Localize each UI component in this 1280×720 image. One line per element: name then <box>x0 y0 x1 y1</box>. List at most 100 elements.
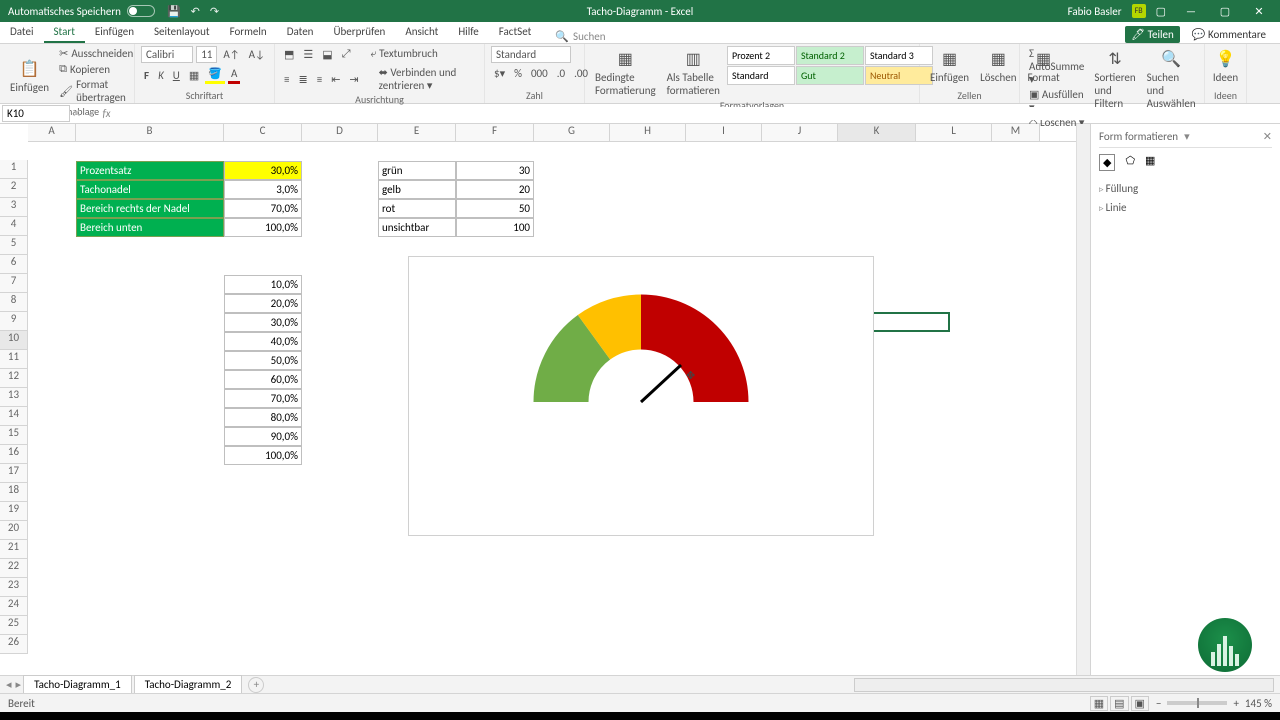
style-cell[interactable]: Prozent 2 <box>727 46 795 65</box>
align-bot-icon[interactable]: ⬓ <box>319 47 335 62</box>
menu-tab-daten[interactable]: Daten <box>277 22 324 43</box>
row-header-16[interactable]: 16 <box>0 445 28 464</box>
menu-tab-start[interactable]: Start <box>44 22 85 43</box>
row-header-2[interactable]: 2 <box>0 179 28 198</box>
cancel-icon[interactable]: ✕ <box>72 107 81 120</box>
row-header-23[interactable]: 23 <box>0 578 28 597</box>
row-header-3[interactable]: 3 <box>0 198 28 217</box>
row-header-11[interactable]: 11 <box>0 350 28 369</box>
pane-option-line[interactable]: Linie <box>1099 198 1272 217</box>
number-format-select[interactable]: Standard <box>491 46 571 63</box>
align-right-icon[interactable]: ≡ <box>314 72 325 87</box>
col-header-H[interactable]: H <box>610 124 686 141</box>
col-header-A[interactable]: A <box>28 124 76 141</box>
cell-F5[interactable]: 100 <box>456 218 534 237</box>
align-top-icon[interactable]: ⬒ <box>281 47 297 62</box>
minimize-button[interactable]: — <box>1176 0 1206 22</box>
shape-fill-line-icon[interactable]: ◆ <box>1099 154 1115 171</box>
row-header-7[interactable]: 7 <box>0 274 28 293</box>
user-badge[interactable]: FB <box>1132 4 1146 18</box>
row-header-24[interactable]: 24 <box>0 597 28 616</box>
menu-tab-seitenlayout[interactable]: Seitenlayout <box>144 22 220 43</box>
style-cell[interactable]: Standard 2 <box>796 46 864 65</box>
ribbon-options-icon[interactable]: ▢ <box>1156 5 1166 18</box>
menu-tab-überprüfen[interactable]: Überprüfen <box>323 22 395 43</box>
pane-close-icon[interactable]: ✕ <box>1263 130 1272 143</box>
cell-C16[interactable]: 90,0% <box>224 427 302 446</box>
fx-icon[interactable]: fx <box>102 107 110 120</box>
format-painter-button[interactable]: 🖌 Format übertragen <box>56 77 136 105</box>
col-header-E[interactable]: E <box>378 124 456 141</box>
align-left-icon[interactable]: ≡ <box>281 72 292 87</box>
maximize-button[interactable]: ▢ <box>1210 0 1240 22</box>
row-header-9[interactable]: 9 <box>0 312 28 331</box>
cell-B4[interactable]: Bereich rechts der Nadel <box>76 199 224 218</box>
autosum-button[interactable]: Σ AutoSumme ▾ <box>1026 46 1087 87</box>
font-name-select[interactable]: Calibri <box>141 46 193 63</box>
col-header-F[interactable]: F <box>456 124 534 141</box>
cell-F2[interactable]: 30 <box>456 161 534 180</box>
cell-B5[interactable]: Bereich unten <box>76 218 224 237</box>
cell-F3[interactable]: 20 <box>456 180 534 199</box>
col-header-B[interactable]: B <box>76 124 224 141</box>
row-header-12[interactable]: 12 <box>0 369 28 388</box>
search-label[interactable]: Suchen <box>573 30 606 43</box>
cell-C14[interactable]: 70,0% <box>224 389 302 408</box>
enter-icon[interactable]: ✓ <box>87 107 96 120</box>
col-header-K[interactable]: K <box>838 124 916 141</box>
pane-option-fill[interactable]: Füllung <box>1099 179 1272 198</box>
autosave-toggle[interactable] <box>127 5 155 17</box>
cell-E3[interactable]: gelb <box>378 180 456 199</box>
cell-B2[interactable]: Prozentsatz <box>76 161 224 180</box>
save-icon[interactable]: 💾 <box>167 5 181 18</box>
share-button[interactable]: 🖊 Teilen <box>1125 26 1180 43</box>
cell-styles-gallery[interactable]: Prozent 2Standard 2Standard 3StandardGut… <box>727 46 933 85</box>
col-header-M[interactable]: M <box>992 124 1040 141</box>
add-sheet-button[interactable]: + <box>248 677 264 693</box>
col-header-G[interactable]: G <box>534 124 610 141</box>
row-header-8[interactable]: 8 <box>0 293 28 312</box>
indent-dec-icon[interactable]: ⇤ <box>328 72 343 87</box>
underline-button[interactable]: U <box>170 68 183 83</box>
indent-inc-icon[interactable]: ⇥ <box>346 72 361 87</box>
style-cell[interactable]: Standard <box>727 66 795 85</box>
formula-input[interactable] <box>117 107 1280 120</box>
insert-cells-button[interactable]: ▦Einfügen <box>926 46 973 86</box>
redo-icon[interactable]: ↷ <box>210 5 219 18</box>
fill-color-icon[interactable]: 🪣 <box>205 66 225 84</box>
increase-font-icon[interactable]: A↑ <box>220 47 242 62</box>
cell-E5[interactable]: unsichtbar <box>378 218 456 237</box>
currency-icon[interactable]: $▾ <box>491 66 508 81</box>
col-header-J[interactable]: J <box>762 124 838 141</box>
menu-tab-ansicht[interactable]: Ansicht <box>395 22 448 43</box>
menu-tab-datei[interactable]: Datei <box>0 22 44 43</box>
paste-button[interactable]: 📋Einfügen <box>6 56 53 96</box>
col-header-L[interactable]: L <box>916 124 992 141</box>
zoom-in-icon[interactable]: + <box>1233 697 1238 710</box>
row-header-5[interactable]: 5 <box>0 236 28 255</box>
row-header-22[interactable]: 22 <box>0 559 28 578</box>
menu-tab-factset[interactable]: FactSet <box>489 22 542 43</box>
cell-C2[interactable]: 30,0% <box>224 161 302 180</box>
menu-tab-hilfe[interactable]: Hilfe <box>448 22 488 43</box>
horizontal-scrollbar[interactable] <box>854 678 1274 692</box>
row-header-25[interactable]: 25 <box>0 616 28 635</box>
ideas-button[interactable]: 💡Ideen <box>1211 46 1240 86</box>
sort-filter-button[interactable]: ⇅Sortieren und Filtern <box>1090 46 1139 112</box>
name-box[interactable] <box>2 105 70 122</box>
row-header-17[interactable]: 17 <box>0 464 28 483</box>
zoom-level[interactable]: 145 % <box>1245 697 1272 710</box>
cell-C8[interactable]: 10,0% <box>224 275 302 294</box>
selected-cell-k10[interactable] <box>872 312 950 332</box>
row-header-15[interactable]: 15 <box>0 426 28 445</box>
copy-button[interactable]: ⧉ Kopieren <box>56 61 136 77</box>
sheet-nav-prev[interactable]: ◂ <box>6 678 12 691</box>
cell-C17[interactable]: 100,0% <box>224 446 302 465</box>
undo-icon[interactable]: ↶ <box>191 5 200 18</box>
row-header-14[interactable]: 14 <box>0 407 28 426</box>
cell-E2[interactable]: grün <box>378 161 456 180</box>
col-header-C[interactable]: C <box>224 124 302 141</box>
cell-C13[interactable]: 60,0% <box>224 370 302 389</box>
cell-C12[interactable]: 50,0% <box>224 351 302 370</box>
shape-effects-icon[interactable]: ⬠ <box>1125 154 1135 171</box>
